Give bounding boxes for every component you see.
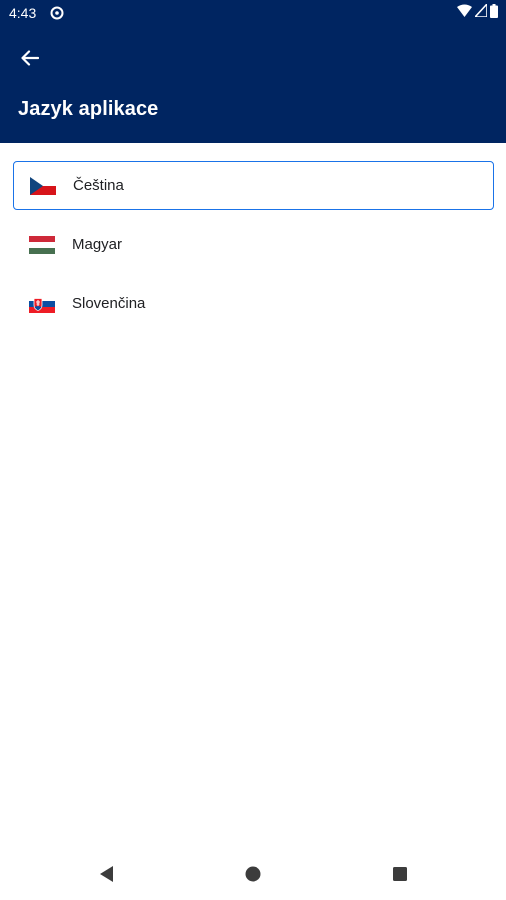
cell-signal-icon bbox=[473, 1, 488, 22]
hungarian-flag-icon bbox=[29, 235, 55, 254]
page-title: Jazyk aplikace bbox=[18, 98, 159, 120]
czech-flag-icon bbox=[30, 176, 56, 195]
nav-back-icon[interactable] bbox=[94, 862, 118, 886]
language-label: Čeština bbox=[73, 177, 124, 194]
wifi-icon bbox=[457, 4, 472, 22]
slovak-flag-icon bbox=[29, 294, 55, 313]
language-list: Čeština Magyar Slovenčina bbox=[13, 161, 494, 338]
status-icons bbox=[457, 1, 498, 23]
back-arrow-icon bbox=[21, 49, 40, 72]
status-time: 4:43 bbox=[9, 5, 37, 21]
system-nav-bar bbox=[0, 848, 506, 900]
battery-icon bbox=[490, 3, 498, 23]
back-button[interactable] bbox=[14, 44, 46, 76]
language-option-slovencina[interactable]: Slovenčina bbox=[13, 279, 494, 328]
app-bar: 4:43 Jazyk aplikace bbox=[0, 0, 506, 143]
language-option-magyar[interactable]: Magyar bbox=[13, 220, 494, 269]
language-label: Slovenčina bbox=[72, 295, 146, 312]
nav-home-icon[interactable] bbox=[241, 862, 265, 886]
language-option-cestina[interactable]: Čeština bbox=[13, 161, 494, 210]
status-bar: 4:43 bbox=[0, 0, 506, 28]
language-label: Magyar bbox=[72, 236, 123, 253]
app-notification-icon bbox=[50, 6, 64, 20]
nav-recents-icon[interactable] bbox=[388, 862, 412, 886]
